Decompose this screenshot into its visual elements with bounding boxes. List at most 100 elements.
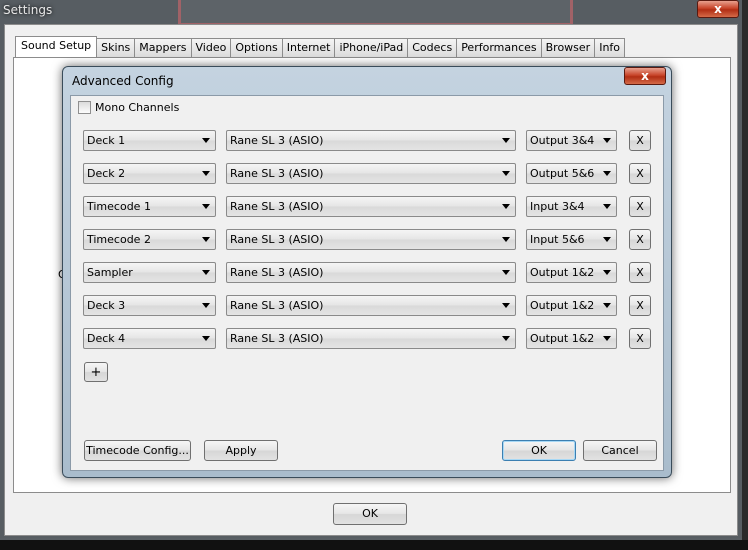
- mono-channels-label: Mono Channels: [95, 101, 180, 114]
- tab-sound-setup[interactable]: Sound Setup: [15, 36, 98, 57]
- tab-video[interactable]: Video: [190, 38, 232, 57]
- settings-titlebar[interactable]: Settings x: [0, 0, 748, 22]
- dropdown-arrow-icon: [502, 138, 510, 143]
- route-value: Output 3&4: [530, 134, 595, 147]
- dropdown-arrow-icon: [603, 171, 611, 176]
- advanced-config-dialog: Advanced Config x Mono Channels Deck 1 R…: [62, 66, 672, 478]
- route-value: Output 1&2: [530, 299, 595, 312]
- mono-channels-option[interactable]: Mono Channels: [78, 101, 179, 114]
- channel-value: Deck 3: [87, 299, 126, 312]
- device-value: Rane SL 3 (ASIO): [230, 266, 324, 279]
- route-value: Output 5&6: [530, 167, 595, 180]
- dropdown-arrow-icon: [202, 204, 210, 209]
- remove-row-button[interactable]: X: [629, 163, 651, 184]
- device-value: Rane SL 3 (ASIO): [230, 299, 324, 312]
- dropdown-arrow-icon: [202, 336, 210, 341]
- dropdown-arrow-icon: [603, 270, 611, 275]
- device-value: Rane SL 3 (ASIO): [230, 233, 324, 246]
- channel-select[interactable]: Deck 2: [83, 163, 216, 184]
- ok-button[interactable]: OK: [502, 440, 576, 461]
- dropdown-arrow-icon: [603, 336, 611, 341]
- tab-internet[interactable]: Internet: [281, 38, 336, 57]
- route-select[interactable]: Input 5&6: [526, 229, 617, 250]
- route-select[interactable]: Output 5&6: [526, 163, 617, 184]
- remove-row-button[interactable]: X: [629, 196, 651, 217]
- channel-select[interactable]: Timecode 2: [83, 229, 216, 250]
- dropdown-arrow-icon: [202, 303, 210, 308]
- cancel-button[interactable]: Cancel: [583, 440, 657, 461]
- channel-select[interactable]: Deck 3: [83, 295, 216, 316]
- dropdown-arrow-icon: [202, 237, 210, 242]
- route-select[interactable]: Output 3&4: [526, 130, 617, 151]
- add-row-button[interactable]: +: [84, 362, 108, 382]
- device-select[interactable]: Rane SL 3 (ASIO): [226, 295, 516, 316]
- dropdown-arrow-icon: [202, 270, 210, 275]
- close-icon: x: [714, 2, 722, 16]
- channel-select[interactable]: Sampler: [83, 262, 216, 283]
- tab-iphone-ipad[interactable]: iPhone/iPad: [334, 38, 409, 57]
- dropdown-arrow-icon: [502, 336, 510, 341]
- remove-row-button[interactable]: X: [629, 229, 651, 250]
- route-value: Input 5&6: [530, 233, 585, 246]
- device-select[interactable]: Rane SL 3 (ASIO): [226, 163, 516, 184]
- device-select[interactable]: Rane SL 3 (ASIO): [226, 130, 516, 151]
- apply-button[interactable]: Apply: [204, 440, 278, 461]
- dropdown-arrow-icon: [502, 303, 510, 308]
- dropdown-arrow-icon: [202, 171, 210, 176]
- advanced-config-title: Advanced Config: [72, 74, 174, 88]
- remove-row-button[interactable]: X: [629, 295, 651, 316]
- channel-value: Deck 2: [87, 167, 126, 180]
- dropdown-arrow-icon: [603, 237, 611, 242]
- timecode-config-button[interactable]: Timecode Config...: [84, 440, 191, 461]
- settings-close-button[interactable]: x: [697, 0, 739, 18]
- advanced-config-client-area: Mono Channels Deck 1 Rane SL 3 (ASIO) Ou…: [70, 95, 664, 471]
- device-select[interactable]: Rane SL 3 (ASIO): [226, 196, 516, 217]
- advanced-config-close-button[interactable]: x: [624, 67, 666, 85]
- dropdown-arrow-icon: [202, 138, 210, 143]
- dropdown-arrow-icon: [502, 204, 510, 209]
- device-select[interactable]: Rane SL 3 (ASIO): [226, 262, 516, 283]
- device-value: Rane SL 3 (ASIO): [230, 200, 324, 213]
- remove-row-button[interactable]: X: [629, 130, 651, 151]
- dropdown-arrow-icon: [603, 303, 611, 308]
- settings-ok-button[interactable]: OK: [333, 503, 407, 525]
- route-value: Output 1&2: [530, 266, 595, 279]
- route-select[interactable]: Output 1&2: [526, 295, 617, 316]
- channel-select[interactable]: Timecode 1: [83, 196, 216, 217]
- dropdown-arrow-icon: [502, 237, 510, 242]
- tab-info[interactable]: Info: [594, 38, 626, 57]
- tab-codecs[interactable]: Codecs: [407, 38, 458, 57]
- channel-value: Deck 1: [87, 134, 126, 147]
- route-select[interactable]: Output 1&2: [526, 328, 617, 349]
- settings-tab-strip: Sound Setup Skins Mappers Video Options …: [15, 36, 626, 57]
- channel-value: Deck 4: [87, 332, 126, 345]
- channel-value: Timecode 2: [87, 233, 151, 246]
- close-icon: x: [641, 69, 649, 83]
- channel-select[interactable]: Deck 4: [83, 328, 216, 349]
- channel-select[interactable]: Deck 1: [83, 130, 216, 151]
- tab-browser[interactable]: Browser: [540, 38, 596, 57]
- dropdown-arrow-icon: [502, 270, 510, 275]
- tab-options[interactable]: Options: [230, 38, 283, 57]
- device-value: Rane SL 3 (ASIO): [230, 134, 324, 147]
- device-select[interactable]: Rane SL 3 (ASIO): [226, 229, 516, 250]
- dropdown-arrow-icon: [603, 138, 611, 143]
- route-value: Input 3&4: [530, 200, 585, 213]
- channel-value: Sampler: [87, 266, 133, 279]
- channel-value: Timecode 1: [87, 200, 151, 213]
- remove-row-button[interactable]: X: [629, 262, 651, 283]
- dropdown-arrow-icon: [603, 204, 611, 209]
- mono-channels-checkbox[interactable]: [78, 101, 91, 114]
- tab-skins[interactable]: Skins: [96, 38, 136, 57]
- tab-mappers[interactable]: Mappers: [134, 38, 192, 57]
- device-select[interactable]: Rane SL 3 (ASIO): [226, 328, 516, 349]
- device-value: Rane SL 3 (ASIO): [230, 332, 324, 345]
- settings-title: Settings: [3, 3, 53, 17]
- tab-performances[interactable]: Performances: [456, 38, 542, 57]
- dropdown-arrow-icon: [502, 171, 510, 176]
- route-select[interactable]: Input 3&4: [526, 196, 617, 217]
- device-value: Rane SL 3 (ASIO): [230, 167, 324, 180]
- route-value: Output 1&2: [530, 332, 595, 345]
- route-select[interactable]: Output 1&2: [526, 262, 617, 283]
- remove-row-button[interactable]: X: [629, 328, 651, 349]
